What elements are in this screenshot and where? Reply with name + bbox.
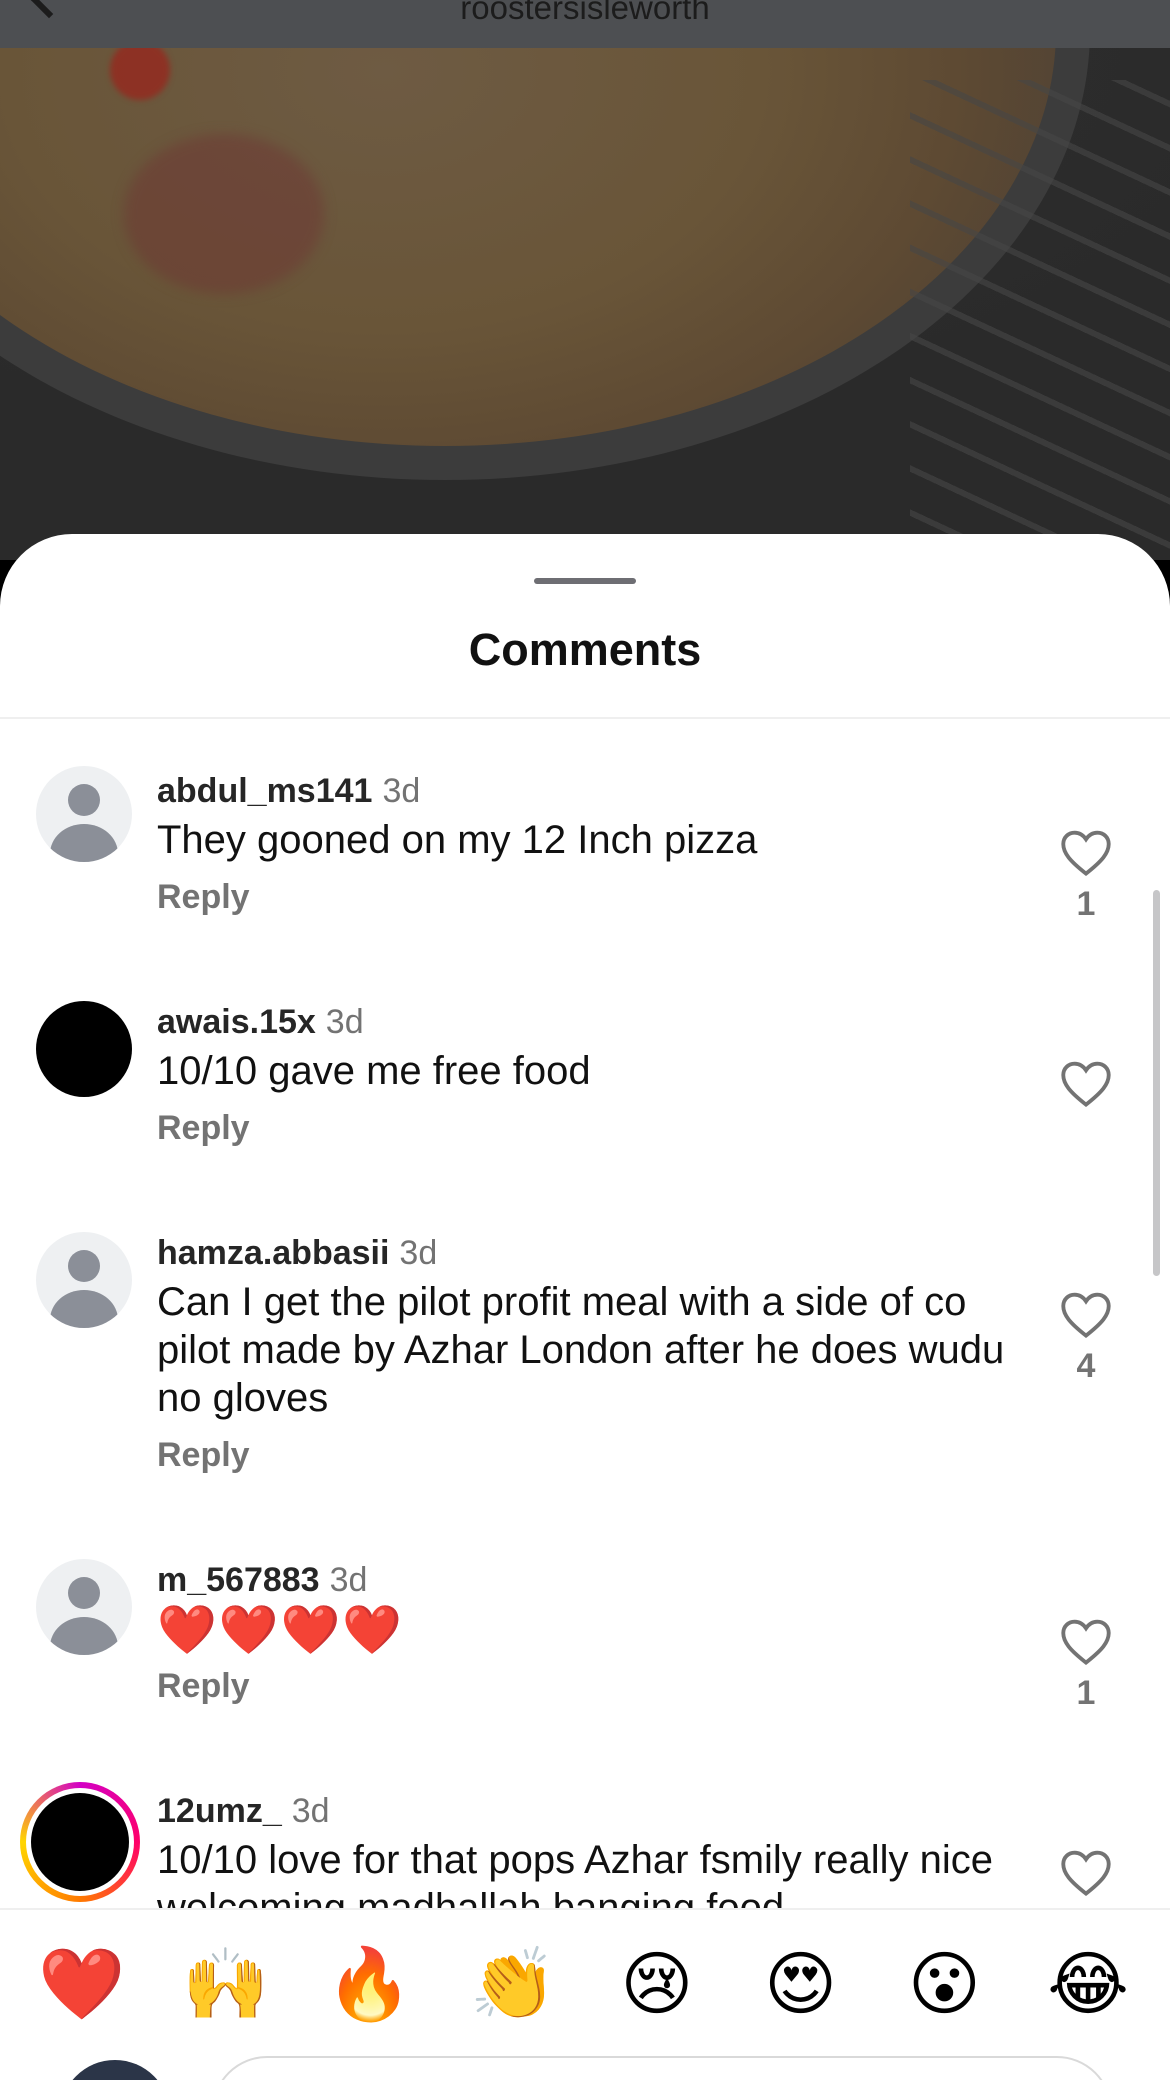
reaction-fire-emoji[interactable]: 🔥 — [314, 1939, 424, 2029]
avatar[interactable] — [36, 1559, 132, 1655]
reaction-clap-emoji[interactable]: 👏 — [458, 1939, 568, 2029]
reaction-heart-emoji[interactable]: ❤️ — [27, 1939, 137, 2029]
like-count: 4 — [1076, 1347, 1096, 1385]
comment-username[interactable]: 12umz_ — [157, 1792, 282, 1830]
comment-text: Can I get the pilot profit meal with a s… — [157, 1280, 1005, 1420]
comment-meta: m_567883 3d — [157, 1558, 367, 1602]
post-photo — [0, 0, 1170, 560]
comment-text: 10/10 love for that pops Azhar fsmily re… — [157, 1838, 993, 1908]
sheet-title: Comments — [468, 624, 702, 675]
like-count: 1 — [1076, 1674, 1096, 1712]
pepper-topping — [110, 40, 170, 100]
comment-meta: 12umz_ 3d — [157, 1789, 330, 1833]
comment-time: 3d — [399, 1234, 438, 1272]
comment-text: They gooned on my 12 Inch pizza — [157, 818, 758, 862]
scrollbar[interactable] — [1153, 890, 1160, 1276]
reply-button[interactable]: Reply — [157, 878, 250, 917]
comment-username[interactable]: hamza.abbasii — [157, 1234, 389, 1272]
quick-reaction-bar: ❤️ 🙌 🔥 👏 😢 😍 😮 😂 — [0, 1908, 1170, 2058]
reply-button[interactable]: Reply — [157, 1436, 250, 1475]
comment-time: 3d — [329, 1561, 368, 1599]
avatar[interactable] — [36, 766, 132, 862]
comment-username[interactable]: awais.15x — [157, 1003, 316, 1041]
comment-time: 3d — [291, 1792, 330, 1830]
reply-button[interactable]: Reply — [157, 1109, 250, 1148]
heart-outline-icon[interactable] — [1058, 1289, 1114, 1339]
sheet-grabber[interactable] — [534, 578, 636, 584]
comment-meta: hamza.abbasii 3d — [157, 1231, 437, 1275]
reaction-laughing-emoji[interactable]: 😂 — [1033, 1939, 1143, 2029]
comment-list[interactable]: abdul_ms141 3d They gooned on my 12 Inch … — [0, 719, 1170, 1908]
comment-username[interactable]: m_567883 — [157, 1561, 320, 1599]
top-bar: roostersisleworth — [0, 0, 1170, 48]
composer-avatar — [60, 2060, 170, 2080]
heart-outline-icon[interactable] — [1058, 1058, 1114, 1108]
reaction-raised-hands-emoji[interactable]: 🙌 — [171, 1939, 281, 2029]
reaction-heart-eyes-emoji[interactable]: 😍 — [746, 1939, 856, 2029]
comment-time: 3d — [325, 1003, 364, 1041]
comments-sheet: Comments abdul_ms141 3d They gooned on my… — [0, 534, 1170, 2080]
comment-time: 3d — [382, 772, 421, 810]
cooling-rack — [910, 80, 1170, 560]
comment-meta: abdul_ms141 3d — [157, 769, 420, 813]
reaction-crying-emoji[interactable]: 😢 — [602, 1939, 712, 2029]
chevron-left-icon[interactable] — [27, 0, 71, 19]
avatar-story-ring[interactable] — [20, 1782, 140, 1902]
comment-input[interactable] — [212, 2056, 1112, 2080]
avatar[interactable] — [36, 1001, 132, 1097]
heart-outline-icon[interactable] — [1058, 1847, 1114, 1897]
avatar[interactable] — [36, 1232, 132, 1328]
comment-username[interactable]: abdul_ms141 — [157, 772, 372, 810]
heart-outline-icon[interactable] — [1058, 1616, 1114, 1666]
comment-text: 10/10 gave me free food — [157, 1049, 591, 1093]
heart-outline-icon[interactable] — [1058, 827, 1114, 877]
reply-button[interactable]: Reply — [157, 1667, 250, 1706]
post-username[interactable]: roostersisleworth — [460, 0, 709, 30]
comment-text: ❤️❤️❤️❤️ — [157, 1604, 405, 1657]
comment-meta: awais.15x 3d — [157, 1000, 364, 1044]
reaction-surprised-emoji[interactable]: 😮 — [889, 1939, 999, 2029]
like-count: 1 — [1076, 885, 1096, 923]
